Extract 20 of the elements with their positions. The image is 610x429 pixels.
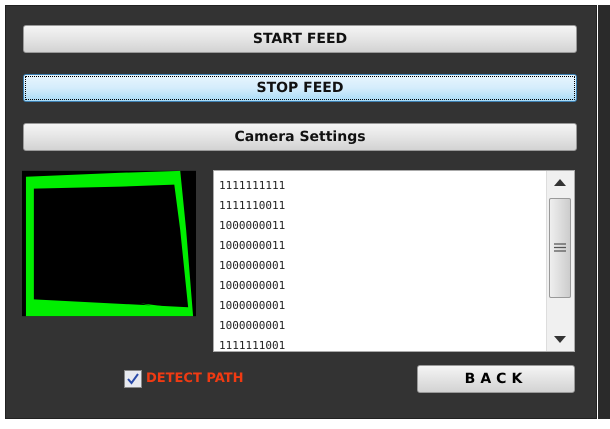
output-line: 1111110011 [219, 198, 286, 214]
settings-button[interactable]: Camera Settings [23, 123, 577, 151]
feed-button[interactable]: STOP FEED [23, 74, 577, 102]
scroll-down-icon[interactable] [554, 336, 566, 343]
output-line: 1000000001 [219, 318, 286, 334]
output-line: 1000000011 [219, 218, 286, 234]
scroll-up-icon[interactable] [554, 179, 566, 186]
feed-button[interactable]: START FEED [23, 25, 577, 53]
grip-icon [554, 243, 566, 252]
output-line: 1111111001 [219, 338, 286, 351]
output-line: 1111111111 [219, 178, 286, 194]
output-line: 1000000001 [219, 298, 286, 314]
detect-path-checkbox[interactable] [124, 370, 142, 388]
check-icon [127, 373, 139, 385]
output-line: 1000000001 [219, 258, 286, 274]
back-button[interactable]: BACK [417, 365, 575, 393]
scrollbar-thumb[interactable] [549, 198, 571, 298]
output-line: 1000000001 [219, 278, 286, 294]
output-list[interactable]: 1111111111 1111110011 1000000011 1000000011 1000000001 1000000001 1000000001 1000000001 1111111001 [213, 170, 575, 352]
output-line: 1000000011 [219, 238, 286, 254]
